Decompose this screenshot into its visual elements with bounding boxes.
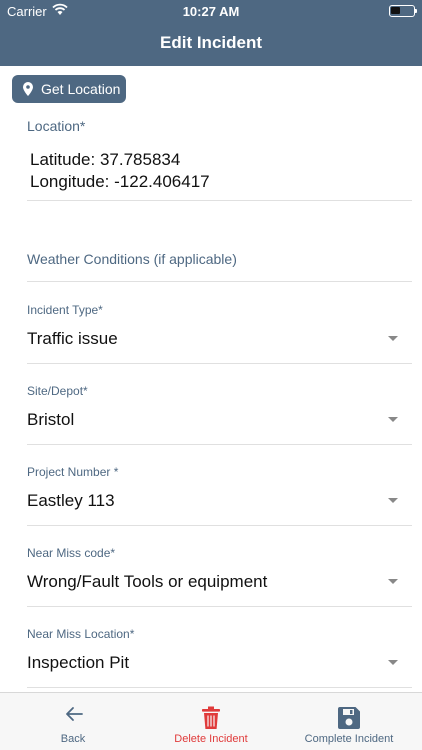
divider <box>27 687 412 688</box>
nav-header: Carrier 10:27 AM Edit Incident <box>0 0 422 66</box>
complete-incident-button[interactable]: Complete Incident <box>298 693 400 750</box>
complete-label: Complete Incident <box>304 733 394 745</box>
save-icon <box>338 707 360 729</box>
location-coordinates: Latitude: 37.785834 Longitude: -122.4064… <box>30 149 210 193</box>
location-pin-icon <box>23 82 33 96</box>
field-value: Inspection Pit <box>27 653 130 672</box>
get-location-label: Get Location <box>41 81 121 97</box>
longitude-text: Longitude: -122.406417 <box>30 172 210 191</box>
page-title: Edit Incident <box>160 33 262 52</box>
incident-type-select[interactable]: Incident Type* Traffic issue <box>0 303 422 383</box>
field-label: Site/Depot* <box>27 384 88 398</box>
back-button[interactable]: Back <box>28 693 118 750</box>
field-label: Near Miss Location* <box>27 627 135 641</box>
field-value: Eastley 113 <box>27 491 115 510</box>
divider <box>27 525 412 526</box>
field-label: Near Miss code* <box>27 546 116 560</box>
latitude-text: Latitude: 37.785834 <box>30 150 181 169</box>
divider <box>27 444 412 445</box>
field-value: Wrong/Fault Tools or equipment <box>27 572 268 591</box>
near-miss-code-select[interactable]: Near Miss code* Wrong/Fault Tools or equ… <box>0 546 422 626</box>
trash-icon <box>202 706 220 729</box>
divider <box>27 200 412 201</box>
weather-conditions-input[interactable]: Weather Conditions (if applicable) <box>27 251 237 267</box>
site-depot-select[interactable]: Site/Depot* Bristol <box>0 384 422 464</box>
chevron-down-icon <box>388 498 398 503</box>
divider <box>27 606 412 607</box>
delete-label: Delete Incident <box>174 733 248 745</box>
location-label: Location* <box>27 118 86 134</box>
get-location-button[interactable]: Get Location <box>12 75 126 103</box>
project-number-select[interactable]: Project Number * Eastley 113 <box>0 465 422 545</box>
divider <box>27 363 412 364</box>
status-bar: Carrier 10:27 AM <box>0 0 422 22</box>
back-arrow-icon <box>66 707 83 721</box>
field-label: Project Number * <box>27 465 119 479</box>
chevron-down-icon <box>388 660 398 665</box>
bottom-toolbar: Back Delete Incident Complete Incident <box>0 692 422 750</box>
field-label: Incident Type* <box>27 303 103 317</box>
battery-icon <box>389 5 415 17</box>
field-value: Traffic issue <box>27 329 118 348</box>
battery-cap <box>415 9 417 13</box>
chevron-down-icon <box>388 579 398 584</box>
back-label: Back <box>60 733 86 745</box>
divider <box>27 281 412 282</box>
chevron-down-icon <box>388 336 398 341</box>
chevron-down-icon <box>388 417 398 422</box>
status-time: 10:27 AM <box>182 4 240 19</box>
delete-incident-button[interactable]: Delete Incident <box>160 693 262 750</box>
field-value: Bristol <box>27 410 75 429</box>
